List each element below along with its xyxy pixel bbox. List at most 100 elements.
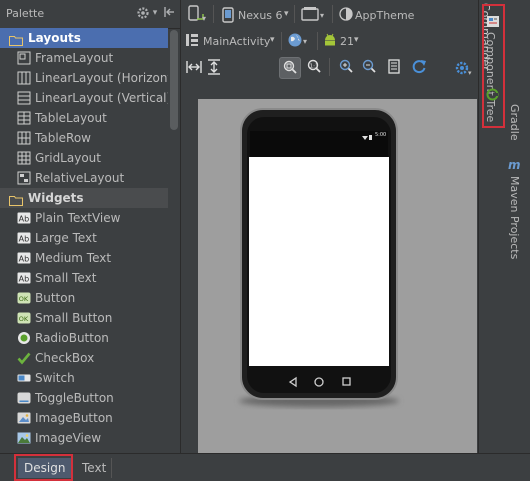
palette-item-tablelayout[interactable]: TableLayout — [0, 108, 168, 128]
palette-item-tablerow[interactable]: TableRow — [0, 128, 168, 148]
palette-item-label: TableLayout — [35, 111, 107, 125]
palette-item-button[interactable]: OK Button — [0, 288, 168, 308]
button-icon: OK — [17, 291, 31, 305]
folder-icon — [9, 32, 23, 46]
palette-item-large-text[interactable]: Ab Large Text — [0, 228, 168, 248]
palette-item-label: TableRow — [35, 131, 91, 145]
separator — [213, 5, 214, 23]
palette-item-label: RadioButton — [35, 331, 109, 345]
radiobutton-icon — [17, 331, 31, 345]
settings-dropdown[interactable]: ▾ — [455, 60, 475, 79]
dropdown-arrow-icon[interactable]: ▾ — [148, 6, 162, 20]
category-label: Layouts — [28, 31, 81, 45]
palette-panel: Palette ▾ Layouts FrameLayout LinearLayo… — [0, 0, 181, 453]
svg-text:▾: ▾ — [202, 14, 206, 23]
api-level-label: 21 — [340, 35, 354, 48]
chevron-down-icon: ▾ — [270, 35, 275, 45]
palette-title: Palette — [6, 7, 45, 20]
palette-item-imagebutton[interactable]: ImageButton — [0, 408, 168, 428]
orientation-dropdown[interactable]: ▾ — [187, 5, 209, 26]
zoom-actual-button[interactable]: 1:1 — [304, 57, 324, 77]
svg-text:▾: ▾ — [468, 69, 472, 76]
globe-icon: ▾ — [287, 33, 311, 51]
device-preview-canvas[interactable]: 5:00 — [198, 99, 477, 453]
palette-item-medium-text[interactable]: Ab Medium Text — [0, 248, 168, 268]
zoom-to-fit-button[interactable] — [279, 57, 301, 79]
palette-list: Layouts FrameLayout LinearLayout (Horizo… — [0, 28, 168, 453]
expand-horizontal-button[interactable] — [186, 60, 202, 77]
palette-item-linearlayout-vertical[interactable]: LinearLayout (Vertical) — [0, 88, 168, 108]
device-icon — [221, 7, 235, 26]
palette-item-checkbox[interactable]: CheckBox — [0, 348, 168, 368]
category-widgets[interactable]: Widgets — [0, 188, 168, 208]
linearlayout-horizontal-icon — [17, 71, 31, 85]
chevron-down-icon: ▾ — [284, 9, 289, 19]
palette-header: Palette ▾ — [0, 0, 180, 29]
refresh-button[interactable] — [409, 57, 429, 77]
zoom-out-button[interactable] — [359, 57, 379, 77]
textview-icon: Ab — [17, 231, 31, 245]
separator — [294, 5, 295, 23]
component-tree-icon — [486, 14, 500, 31]
palette-item-plain-textview[interactable]: Ab Plain TextView — [0, 208, 168, 228]
editor-mode-tabs: Design Text — [0, 453, 530, 481]
svg-text:OK: OK — [19, 315, 29, 323]
palette-item-label: Plain TextView — [35, 211, 121, 225]
linearlayout-vertical-icon — [17, 91, 31, 105]
tab-maven-projects[interactable]: Maven Projects — [508, 176, 521, 259]
screen-icon: ▾ — [301, 7, 327, 25]
phone-frame — [239, 108, 399, 407]
theme-label: AppTheme — [355, 9, 415, 22]
palette-scrollbar[interactable] — [170, 30, 178, 130]
device-orientation-icon: ▾ — [187, 5, 209, 26]
palette-item-label: ToggleButton — [35, 391, 114, 405]
preview-file-button[interactable] — [384, 57, 404, 77]
theme-icon — [339, 7, 353, 24]
checkbox-icon — [17, 351, 31, 365]
textview-icon: Ab — [17, 211, 31, 225]
refresh-icon — [412, 59, 427, 78]
locale-dropdown[interactable]: ▾ — [287, 32, 311, 51]
zoom-in-button[interactable] — [336, 57, 356, 77]
palette-item-label: ImageButton — [35, 411, 113, 425]
palette-item-label: Switch — [35, 371, 75, 385]
svg-text:OK: OK — [19, 295, 29, 303]
tablerow-icon — [17, 131, 31, 145]
tab-gradle[interactable]: Gradle — [508, 104, 521, 141]
palette-item-linearlayout-horizontal[interactable]: LinearLayout (Horizontal) — [0, 68, 168, 88]
design-tab-highlight — [14, 454, 73, 481]
hide-panel-icon[interactable] — [162, 6, 176, 20]
category-label: Widgets — [28, 191, 84, 205]
expand-vertical-button[interactable] — [207, 59, 221, 78]
palette-item-label: LinearLayout (Horizontal) — [35, 71, 168, 85]
chevron-down-icon: ▾ — [354, 35, 359, 45]
activity-icon — [185, 33, 199, 50]
palette-item-radiobutton[interactable]: RadioButton — [0, 328, 168, 348]
palette-item-small-button[interactable]: OK Small Button — [0, 308, 168, 328]
svg-text:▾: ▾ — [303, 37, 307, 46]
separator — [317, 32, 318, 50]
palette-item-label: Large Text — [35, 231, 97, 245]
tab-text[interactable]: Text — [76, 458, 112, 478]
zoom-fit-icon — [283, 60, 297, 79]
palette-item-switch[interactable]: Switch — [0, 368, 168, 388]
textview-icon: Ab — [17, 271, 31, 285]
gridlayout-icon — [17, 151, 31, 165]
svg-text:Ab: Ab — [19, 215, 30, 224]
palette-item-small-text[interactable]: Ab Small Text — [0, 268, 168, 288]
palette-item-gridlayout[interactable]: GridLayout — [0, 148, 168, 168]
palette-item-imageview[interactable]: ImageView — [0, 428, 168, 448]
category-layouts[interactable]: Layouts — [0, 28, 168, 48]
tab-component-tree[interactable]: Component Tree — [484, 32, 497, 122]
zoom-in-icon — [339, 59, 353, 78]
separator — [329, 58, 330, 76]
device-label: Nexus 6 — [238, 9, 283, 22]
palette-item-framelayout[interactable]: FrameLayout — [0, 48, 168, 68]
right-tool-strip: Commander Component Tree Gradle m Maven … — [478, 0, 530, 453]
palette-item-label: GridLayout — [35, 151, 101, 165]
palette-item-togglebutton[interactable]: ToggleButton — [0, 388, 168, 408]
svg-text:Ab: Ab — [19, 235, 30, 244]
screen-dropdown[interactable]: ▾ — [301, 6, 327, 25]
palette-item-relativelayout[interactable]: RelativeLayout — [0, 168, 168, 188]
activity-label: MainActivity — [203, 35, 271, 48]
